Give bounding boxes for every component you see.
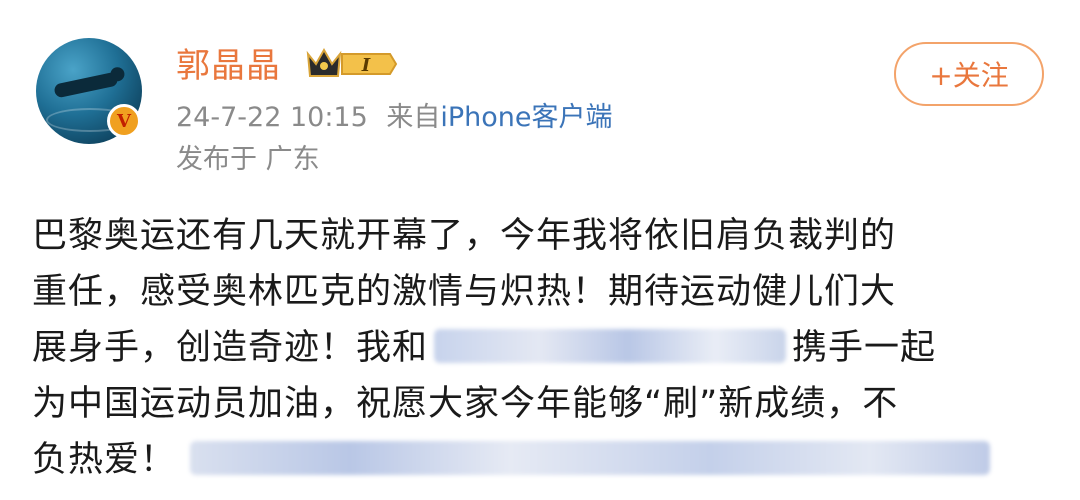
post-line: 巴黎奥运还有几天就开幕了，今年我将依旧肩负裁判的 xyxy=(32,216,897,256)
source-app-link[interactable]: iPhone客户端 xyxy=(440,102,612,133)
blurred-hashtag-link[interactable] xyxy=(190,441,991,475)
post-location: 发布于 广东 xyxy=(176,144,320,175)
post-body: 巴黎奥运还有几天就开幕了，今年我将依旧肩负裁判的 重任，感受奥林匹克的激情与炽热… xyxy=(32,208,1052,488)
follow-button[interactable]: +关注 xyxy=(894,42,1044,106)
avatar-swimmer-figure xyxy=(53,71,119,99)
blurred-mention-link[interactable] xyxy=(434,329,787,363)
vip-level-text: I xyxy=(361,55,371,76)
post-text: 展身手，创造奇迹！我和 xyxy=(32,328,429,368)
post-line: 负热爱！ xyxy=(32,432,1052,488)
post-timestamp: 24-7-22 10:15 xyxy=(176,102,368,133)
post-text: 负热爱！ xyxy=(32,440,177,480)
verified-v-icon: V xyxy=(107,104,141,138)
vip-crown-badge-icon: I xyxy=(306,47,398,77)
post-meta: 24-7-22 10:15 来自iPhone客户端 xyxy=(176,100,613,136)
post-line: 为中国运动员加油，祝愿大家今年能够“刷”新成绩，不 xyxy=(32,384,899,424)
post-line: 展身手，创造奇迹！我和 携手一起 xyxy=(32,320,1052,376)
source-prefix: 来自 xyxy=(386,102,441,133)
username[interactable]: 郭晶晶 xyxy=(176,44,281,88)
post-text: 携手一起 xyxy=(792,328,937,368)
post-line: 重任，感受奥林匹克的激情与炽热！期待运动健儿们大 xyxy=(32,272,897,312)
